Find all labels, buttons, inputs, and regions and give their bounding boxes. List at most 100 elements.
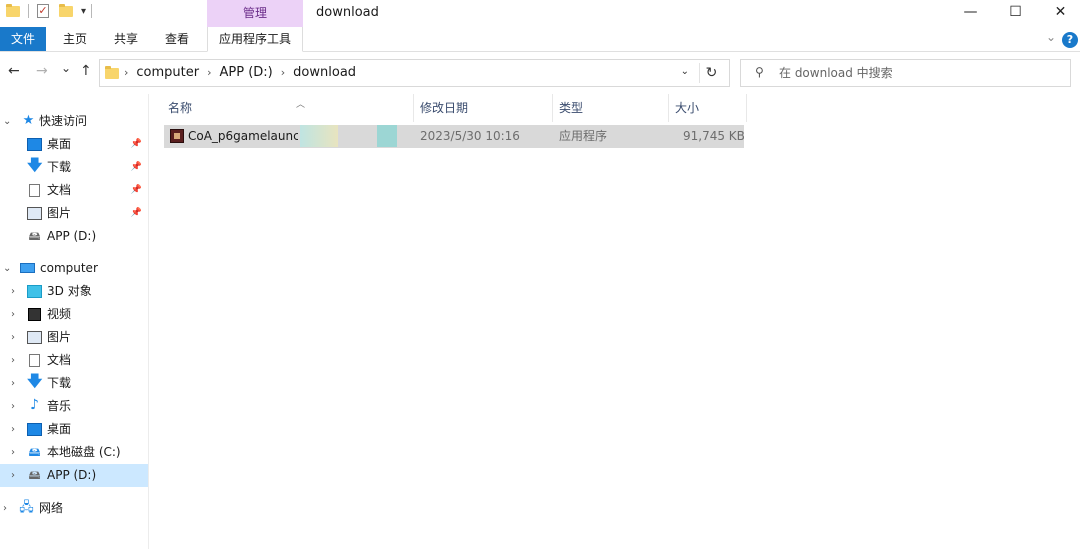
folder-icon[interactable] [6, 3, 20, 17]
chevron-right-icon[interactable]: › [11, 441, 15, 464]
expanded-chevron-icon[interactable]: ⌄ [3, 110, 11, 133]
column-header-size[interactable]: 大小 [669, 94, 747, 122]
tab-share[interactable]: 共享 [105, 27, 147, 51]
nav-computer[interactable]: ⌄ computer [0, 257, 148, 280]
nav-label: 图片 [47, 330, 72, 344]
system-drive-icon: 🖴 [28, 445, 41, 459]
column-header-type[interactable]: 类型 [553, 94, 669, 122]
nav-label: 图片 [47, 206, 72, 220]
network-icon: 🖧 [19, 500, 34, 515]
nav-quick-app-drive[interactable]: 🖴 APP (D:) [0, 225, 148, 248]
expanded-chevron-icon[interactable]: ⌄ [3, 257, 11, 280]
nav-label: APP (D:) [47, 468, 97, 482]
download-icon: 🡇 [27, 372, 43, 390]
back-button[interactable]: ← [8, 63, 20, 79]
chevron-right-icon[interactable]: › [11, 395, 15, 418]
redacted-region [377, 125, 397, 147]
nav-app-drive[interactable]: › 🖴 APP (D:) [0, 464, 148, 487]
sort-ascending-icon: ︿ [296, 100, 306, 110]
chevron-right-icon[interactable]: › [11, 418, 15, 441]
chevron-down-icon[interactable]: ⌄ [1046, 30, 1056, 44]
chevron-right-icon[interactable]: › [11, 464, 15, 487]
tab-file[interactable]: 文件 [0, 27, 46, 51]
nav-local-disk-c[interactable]: › 🖴 本地磁盘 (C:) [0, 441, 148, 464]
file-name: CoA_p6gamelaunche [188, 129, 298, 143]
nav-music[interactable]: › ♪ 音乐 [0, 395, 148, 418]
nav-3d-objects[interactable]: › 3D 对象 [0, 280, 148, 303]
breadcrumb-computer[interactable]: computer [136, 60, 199, 86]
tab-view[interactable]: 查看 [156, 27, 198, 51]
chevron-right-icon[interactable]: › [11, 372, 15, 395]
chevron-right-icon[interactable]: › [11, 326, 15, 349]
file-type: 应用程序 [559, 129, 608, 143]
chevron-right-icon[interactable]: › [11, 303, 15, 326]
refresh-button[interactable]: ↻ [699, 63, 723, 83]
breadcrumb: › computer › APP (D:) › download [124, 60, 356, 86]
nav-label: 文档 [47, 353, 72, 367]
pictures-icon [27, 331, 42, 344]
manage-contextual-tab[interactable]: 管理 [207, 0, 303, 27]
nav-quick-pictures[interactable]: 图片 📌 [0, 202, 148, 225]
folder-icon [105, 66, 119, 79]
chevron-right-icon[interactable]: › [3, 497, 7, 520]
column-header-modified[interactable]: 修改日期 [414, 94, 553, 122]
nav-label: 3D 对象 [47, 284, 92, 298]
nav-quick-access[interactable]: ⌄ ★ 快速访问 [0, 110, 148, 133]
nav-videos[interactable]: › 视频 [0, 303, 148, 326]
nav-label: 文档 [47, 183, 72, 197]
navigation-pane: ⌄ ★ 快速访问 桌面 📌 🡇 下载 📌 文档 📌 图片 📌 🖴 APP (D:… [0, 94, 149, 549]
address-bar[interactable]: › computer › APP (D:) › download ⌄ ↻ [99, 59, 730, 87]
tab-home[interactable]: 主页 [54, 27, 96, 51]
column-header-name[interactable]: 名称 ︿ [162, 94, 414, 122]
address-history-chevron-icon[interactable]: ⌄ [681, 66, 689, 77]
up-button[interactable]: ↑ [80, 63, 92, 79]
star-icon: ★ [22, 113, 35, 128]
pictures-icon [27, 207, 42, 220]
breadcrumb-download[interactable]: download [293, 60, 356, 86]
nav-quick-desktop[interactable]: 桌面 📌 [0, 133, 148, 156]
nav-downloads[interactable]: › 🡇 下载 [0, 372, 148, 395]
file-row[interactable]: CoA_p6gamelaunche 2023/5/30 10:16 应用程序 9… [164, 125, 745, 148]
chevron-right-icon[interactable]: › [11, 349, 15, 372]
maximize-button[interactable]: ☐ [993, 0, 1038, 27]
customize-toolbar-chevron-icon[interactable]: ▾ [81, 6, 86, 17]
nav-label: 下载 [47, 160, 72, 174]
nav-quick-downloads[interactable]: 🡇 下载 📌 [0, 156, 148, 179]
pin-icon: 📌 [130, 162, 142, 172]
nav-label: computer [40, 261, 98, 275]
pin-icon: 📌 [130, 139, 142, 149]
properties-icon[interactable]: ✓ [37, 4, 49, 18]
3d-objects-icon [27, 285, 42, 298]
document-icon [29, 184, 40, 197]
nav-label: APP (D:) [47, 229, 97, 243]
chevron-right-icon[interactable]: › [281, 60, 285, 86]
nav-documents[interactable]: › 文档 [0, 349, 148, 372]
file-size: 91,745 KB [683, 129, 745, 143]
column-header-label: 名称 [168, 101, 193, 115]
search-box[interactable]: ⚲ [740, 59, 1071, 87]
close-button[interactable]: ✕ [1038, 0, 1080, 27]
nav-label: 本地磁盘 (C:) [47, 445, 121, 459]
chevron-right-icon[interactable]: › [11, 280, 15, 303]
file-modified-date: 2023/5/30 10:16 [420, 129, 520, 143]
forward-button[interactable]: → [36, 63, 48, 79]
search-input[interactable] [779, 63, 1059, 83]
nav-label: 视频 [47, 307, 72, 321]
quick-access-toolbar: ✓ ▾ [6, 3, 93, 18]
minimize-button[interactable]: — [948, 0, 993, 27]
chevron-right-icon[interactable]: › [124, 60, 128, 86]
nav-desktop[interactable]: › 桌面 [0, 418, 148, 441]
help-button[interactable]: ? [1062, 32, 1078, 48]
nav-label: 下载 [47, 376, 72, 390]
new-folder-icon[interactable] [59, 3, 73, 17]
chevron-right-icon[interactable]: › [207, 60, 211, 86]
recent-locations-chevron-icon[interactable]: ⌄ [61, 61, 71, 75]
breadcrumb-app-drive[interactable]: APP (D:) [220, 60, 273, 86]
nav-pictures[interactable]: › 图片 [0, 326, 148, 349]
nav-network[interactable]: › 🖧 网络 [0, 497, 148, 520]
nav-label: 桌面 [47, 422, 72, 436]
application-icon [170, 129, 184, 143]
tab-application-tools[interactable]: 应用程序工具 [207, 27, 303, 52]
computer-icon [20, 263, 35, 273]
nav-quick-documents[interactable]: 文档 📌 [0, 179, 148, 202]
